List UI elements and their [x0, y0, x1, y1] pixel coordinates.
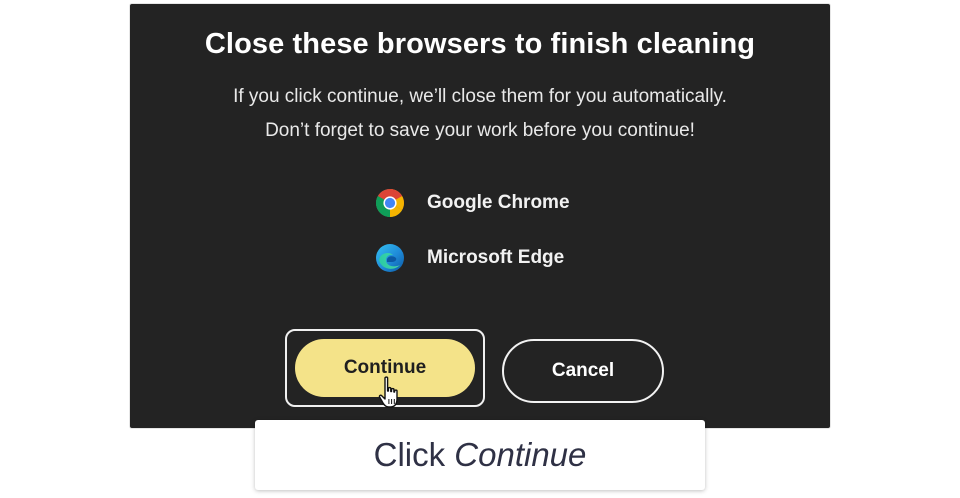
browser-label-chrome: Google Chrome	[427, 192, 570, 213]
screenshot-stage: Close these browsers to finish cleaning …	[0, 0, 960, 498]
hand-pointer-cursor-icon	[378, 376, 398, 408]
cancel-button[interactable]: Cancel	[502, 339, 664, 403]
dialog-title: Close these browsers to finish cleaning	[204, 28, 756, 60]
close-browsers-dialog: Close these browsers to finish cleaning …	[130, 4, 830, 428]
caption-prefix: Click	[373, 436, 446, 473]
instruction-caption: Click Continue	[255, 420, 705, 490]
caption-emphasis: Continue	[454, 436, 587, 473]
browser-item-edge: Microsoft Edge	[375, 242, 564, 274]
chrome-icon	[376, 189, 404, 217]
dialog-subtitle-line-2: Don’t forget to save your work before yo…	[265, 120, 695, 141]
browser-item-chrome: Google Chrome	[375, 187, 570, 219]
edge-icon	[376, 244, 404, 272]
dialog-subtitle-line-1: If you click continue, we’ll close them …	[233, 86, 727, 107]
browser-label-edge: Microsoft Edge	[427, 247, 565, 268]
